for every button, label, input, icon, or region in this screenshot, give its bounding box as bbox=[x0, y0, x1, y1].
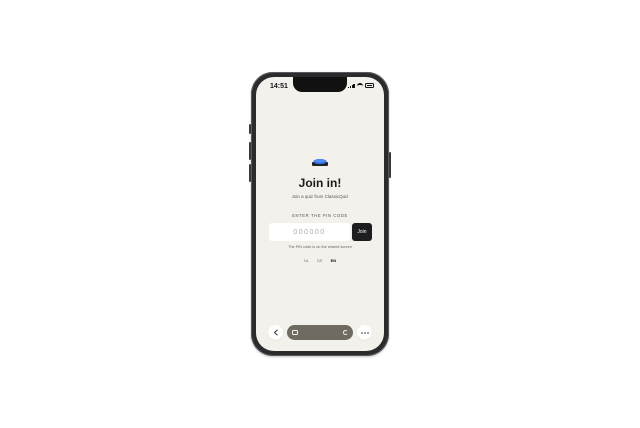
phone-screen: 14:51 Join in! Join a quiz from ClassicQ… bbox=[256, 77, 384, 351]
pin-hint: The PIN code is on the shared screen bbox=[288, 245, 352, 249]
buzzer-logo-icon bbox=[312, 158, 328, 166]
language-nl[interactable]: NL bbox=[304, 258, 309, 263]
notch bbox=[293, 77, 347, 92]
stage: 14:51 Join in! Join a quiz from ClassicQ… bbox=[0, 0, 640, 428]
more-button[interactable] bbox=[357, 325, 372, 340]
page-title: Join in! bbox=[298, 176, 342, 190]
tabs-icon[interactable] bbox=[292, 330, 298, 335]
page-subtitle: Join a quiz from ClassicQuiz bbox=[291, 194, 349, 199]
pin-label: ENTER THE PIN CODE bbox=[292, 213, 348, 218]
language-switcher: NL DE EN bbox=[256, 258, 384, 263]
volume-up-button bbox=[249, 142, 251, 160]
mute-switch bbox=[249, 124, 251, 134]
reload-icon[interactable] bbox=[343, 330, 348, 335]
signal-icon bbox=[348, 83, 355, 88]
url-bar[interactable] bbox=[287, 325, 353, 340]
language-de[interactable]: DE bbox=[317, 258, 323, 263]
battery-icon bbox=[365, 83, 374, 88]
language-en[interactable]: EN bbox=[331, 258, 337, 263]
back-button[interactable] bbox=[268, 325, 283, 340]
chevron-left-icon bbox=[273, 329, 278, 336]
join-button[interactable]: Join bbox=[352, 223, 372, 241]
status-time: 14:51 bbox=[270, 83, 288, 90]
pin-input[interactable] bbox=[269, 223, 350, 241]
status-icons bbox=[348, 83, 374, 88]
power-button bbox=[389, 152, 391, 178]
volume-down-button bbox=[249, 164, 251, 182]
wifi-icon bbox=[357, 83, 363, 88]
ellipsis-icon bbox=[360, 331, 369, 334]
phone-frame: 14:51 Join in! Join a quiz from ClassicQ… bbox=[249, 72, 391, 356]
